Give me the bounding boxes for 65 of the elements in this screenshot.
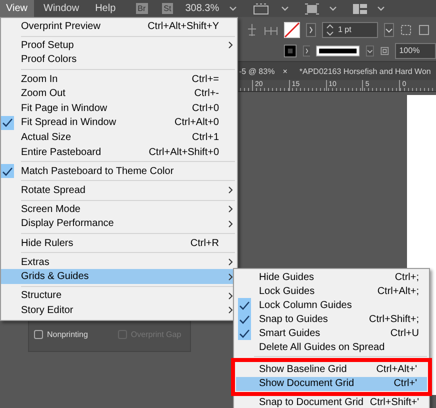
frame-icon[interactable] (400, 24, 412, 36)
app-badge[interactable]: St (162, 3, 174, 14)
menu-item[interactable]: Delete All Guides on Spread (234, 340, 429, 354)
stroke-weight-field[interactable]: 1 pt (322, 22, 378, 38)
caret-icon[interactable] (281, 5, 290, 12)
menu-item[interactable]: Overprint Preview Ctrl+Alt+Shift+Y (1, 19, 237, 34)
menu-item[interactable]: Lock Column Guides (234, 298, 429, 312)
menu-item[interactable]: Structure (1, 288, 237, 304)
menu-item[interactable]: Actual Size Ctrl+1 (1, 130, 237, 145)
document-tab[interactable]: *APD02163 Horsefish and Hard Won (299, 66, 431, 76)
check-icon (2, 166, 13, 176)
menu-item[interactable]: Snap to Guides Ctrl+Shift+; (234, 312, 429, 326)
menu-item[interactable]: Show Document Grid Ctrl+' (236, 376, 427, 390)
menu-item[interactable]: Fit Spread in Window Ctrl+Alt+0 (1, 116, 237, 130)
spinner-icon[interactable] (326, 24, 334, 36)
chevron-icon[interactable] (302, 44, 310, 58)
document-tab[interactable]: -5 @ 83% × (239, 66, 288, 76)
menu-item[interactable]: Show Baseline Grid Ctrl+Alt+' (236, 362, 427, 376)
align-icon[interactable] (246, 24, 258, 36)
menu-item[interactable]: Hide Rulers Ctrl+R (1, 236, 237, 250)
caret-icon[interactable] (329, 5, 338, 12)
check-icon (239, 328, 250, 338)
menu-item[interactable]: Story Editor (1, 303, 237, 318)
opacity-icon[interactable] (380, 44, 390, 56)
menu-item[interactable]: Match Pasteboard to Theme Color (1, 164, 237, 178)
menu-item[interactable]: Lock Guides Ctrl+Alt+; (234, 284, 429, 298)
close-button[interactable]: × (282, 66, 288, 76)
stroke-style-icon[interactable] (316, 44, 360, 58)
menu[interactable]: Window (38, 0, 86, 17)
menu-item[interactable]: Fit Page in Window Ctrl+0 (1, 100, 237, 116)
view-options-icon[interactable] (253, 2, 272, 14)
menu-item[interactable]: Screen Mode (1, 202, 237, 217)
chevron-icon (228, 186, 232, 194)
layout-icon[interactable] (353, 2, 368, 14)
menu-item[interactable]: Proof Setup (1, 38, 237, 53)
square-icon[interactable] (418, 24, 430, 36)
zoom-level[interactable]: 308.3% (185, 3, 220, 14)
caret-icon[interactable] (377, 5, 386, 12)
screen-mode-icon[interactable] (305, 2, 320, 14)
check-icon (239, 300, 250, 310)
chevron-icon[interactable] (306, 22, 316, 36)
check-icon (2, 118, 13, 128)
checkbox[interactable] (34, 330, 43, 338)
menu-item[interactable]: Hide Guides Ctrl+; (234, 270, 429, 284)
menu-item[interactable]: Rotate Spread (1, 182, 237, 198)
menu-item[interactable]: Entire Pasteboard Ctrl+Alt+Shift+0 (1, 144, 237, 160)
dropdown-icon[interactable] (366, 44, 374, 58)
menu[interactable]: Help (89, 0, 122, 17)
chevron-icon (228, 41, 232, 50)
fill-swatch-icon[interactable] (284, 42, 296, 58)
menu-item[interactable]: Zoom Out Ctrl+- (1, 86, 237, 101)
menu-item[interactable]: Proof Colors (1, 52, 237, 68)
dropdown-icon[interactable] (384, 22, 394, 36)
menu[interactable]: View (0, 0, 34, 17)
checkbox-label: Nonprinting (47, 330, 88, 338)
app-badge[interactable]: Br (136, 3, 148, 14)
menu-item[interactable]: Zoom In Ctrl+= (1, 72, 237, 86)
check-icon (239, 314, 250, 324)
stroke-swatch-icon[interactable] (284, 22, 300, 38)
caret-icon[interactable] (229, 5, 238, 12)
menu-item[interactable]: Snap to Document Grid Ctrl+Shift+' (234, 396, 429, 408)
menu-item[interactable]: Display Performance (1, 216, 237, 232)
menu-item[interactable]: Extras (1, 254, 237, 270)
opacity-field[interactable]: 100% (395, 42, 436, 58)
menu-item[interactable]: Smart Guides Ctrl+U (234, 326, 429, 340)
